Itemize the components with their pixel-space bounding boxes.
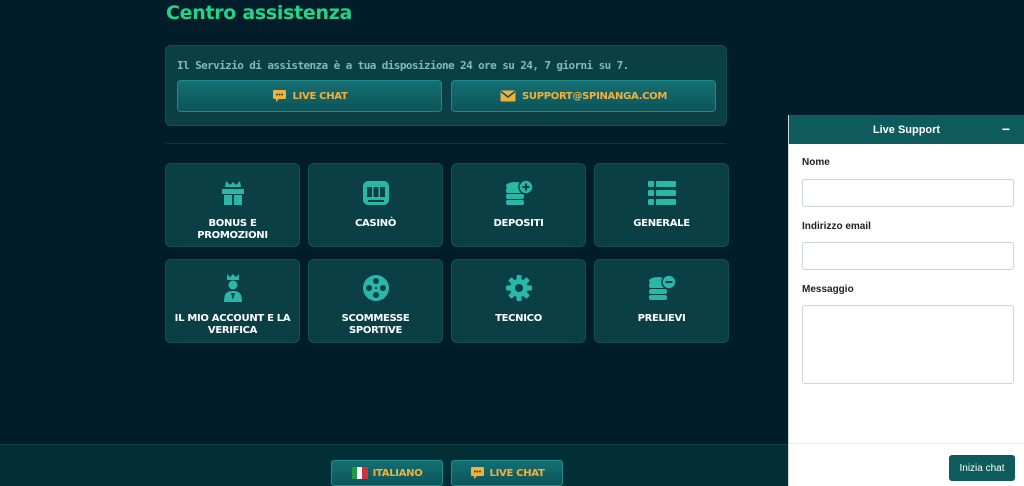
- gift-icon: [218, 178, 248, 208]
- category-label: DEPOSITI: [493, 218, 544, 229]
- list-icon: [647, 178, 677, 208]
- category-bonus[interactable]: BONUS E PROMOZIONI: [165, 163, 300, 247]
- slot-machine-icon: [361, 178, 391, 208]
- chat-icon: [272, 90, 286, 102]
- coins-minus-icon: [647, 273, 677, 303]
- email-field[interactable]: [802, 242, 1014, 270]
- name-label: Nome: [802, 157, 830, 168]
- divider: [166, 143, 726, 144]
- category-label: TECNICO: [495, 313, 542, 324]
- user-crown-icon: [218, 273, 248, 303]
- category-depositi[interactable]: DEPOSITI: [451, 163, 586, 247]
- category-generale[interactable]: GENERALE: [594, 163, 729, 247]
- category-label: IL MIO ACCOUNT E LA VERIFICA: [174, 313, 291, 336]
- film-reel-icon: [361, 273, 391, 303]
- coins-plus-icon: [504, 178, 534, 208]
- page-title: Centro assistenza: [166, 2, 353, 24]
- name-field[interactable]: [802, 179, 1014, 207]
- email-label: Indirizzo email: [802, 221, 871, 232]
- category-tecnico[interactable]: TECNICO: [451, 259, 586, 343]
- live-support-footer: Inizia chat: [789, 443, 1024, 486]
- category-label: PRELIEVI: [637, 313, 686, 324]
- category-prelievi[interactable]: PRELIEVI: [594, 259, 729, 343]
- footer-live-chat-button[interactable]: LIVE CHAT: [451, 460, 563, 486]
- gear-icon: [504, 273, 534, 303]
- language-label: ITALIANO: [372, 467, 423, 479]
- support-email-button[interactable]: SUPPORT@SPINANGA.COM: [451, 80, 716, 112]
- chat-icon: [470, 467, 484, 479]
- category-account[interactable]: IL MIO ACCOUNT E LA VERIFICA: [165, 259, 300, 343]
- support-text: Il Servizio di assistenza è a tua dispos…: [177, 59, 629, 72]
- support-box: Il Servizio di assistenza è a tua dispos…: [165, 45, 727, 126]
- live-support-panel: Live Support − Nome Indirizzo email Mess…: [788, 115, 1024, 486]
- live-support-title: Live Support: [872, 123, 941, 136]
- message-label: Messaggio: [802, 284, 854, 295]
- support-email-label: SUPPORT@SPINANGA.COM: [521, 90, 667, 102]
- message-field[interactable]: [802, 305, 1014, 384]
- envelope-icon: [500, 90, 516, 102]
- footer-live-chat-label: LIVE CHAT: [489, 467, 545, 479]
- start-chat-button[interactable]: Inizia chat: [949, 455, 1015, 481]
- minimize-button[interactable]: −: [1002, 121, 1010, 137]
- category-scommesse[interactable]: SCOMMESSE SPORTIVE: [308, 259, 443, 343]
- live-chat-button[interactable]: LIVE CHAT: [177, 80, 442, 112]
- live-chat-label: LIVE CHAT: [292, 90, 348, 102]
- category-label: CASINÒ: [354, 218, 397, 229]
- category-label: GENERALE: [633, 218, 690, 229]
- live-support-header: Live Support −: [789, 115, 1024, 144]
- italy-flag-icon: [351, 467, 368, 479]
- category-label: BONUS E PROMOZIONI: [197, 218, 268, 241]
- category-casino[interactable]: CASINÒ: [308, 163, 443, 247]
- language-button[interactable]: ITALIANO: [331, 460, 443, 486]
- category-label: SCOMMESSE SPORTIVE: [341, 313, 410, 336]
